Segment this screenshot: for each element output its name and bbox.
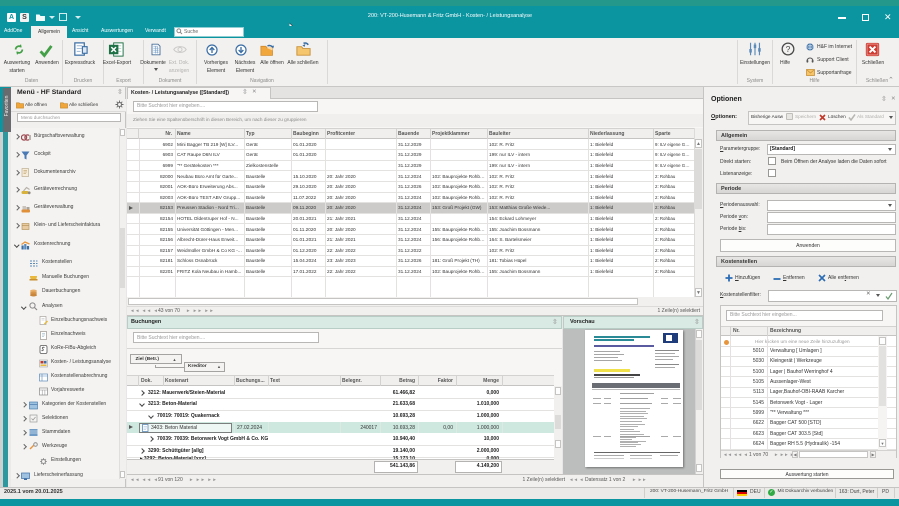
svg-text:?: ?: [786, 44, 791, 54]
